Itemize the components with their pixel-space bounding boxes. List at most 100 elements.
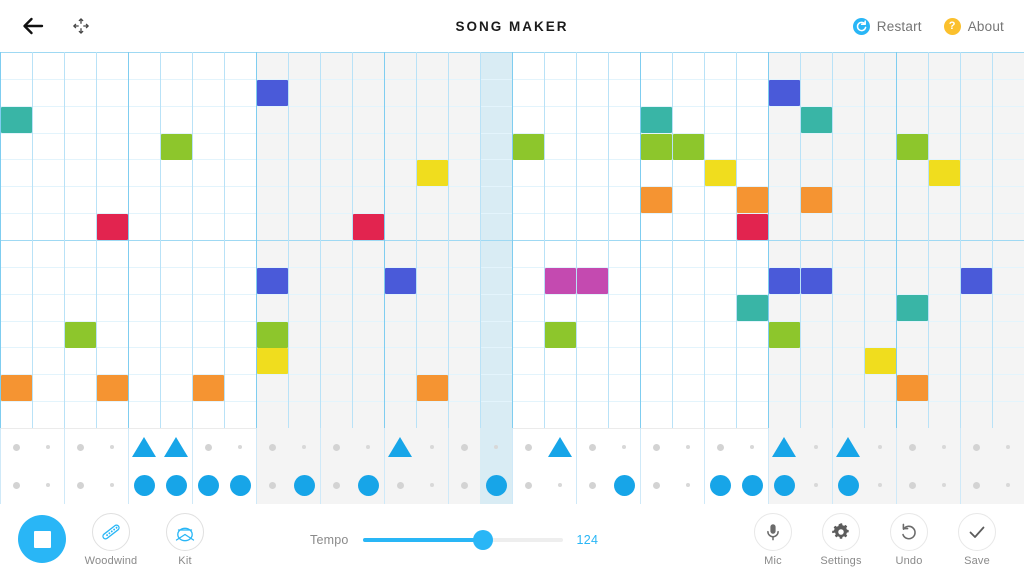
percussion-cell[interactable] <box>64 428 96 466</box>
percussion-cell[interactable] <box>640 466 672 504</box>
percussion-cell[interactable] <box>0 428 32 466</box>
melody-note[interactable] <box>417 375 448 401</box>
percussion-cell[interactable] <box>384 466 416 504</box>
percussion-cell[interactable] <box>896 466 928 504</box>
percussion-cell[interactable] <box>352 428 384 466</box>
back-button[interactable] <box>16 9 50 43</box>
melody-note[interactable] <box>577 268 608 294</box>
melody-note[interactable] <box>161 134 192 160</box>
percussion-cell[interactable] <box>736 428 768 466</box>
melody-note[interactable] <box>353 214 384 240</box>
percussion-cell[interactable] <box>864 466 896 504</box>
percussion-cell[interactable] <box>864 428 896 466</box>
percussion-cell[interactable] <box>224 428 256 466</box>
melody-note[interactable] <box>801 268 832 294</box>
melody-note[interactable] <box>705 160 736 186</box>
melody-note[interactable] <box>897 134 928 160</box>
percussion-cell[interactable] <box>736 466 768 504</box>
percussion-cell[interactable] <box>288 428 320 466</box>
melody-note[interactable] <box>1 107 32 133</box>
percussion-cell[interactable] <box>192 428 224 466</box>
tempo-thumb[interactable] <box>472 530 493 550</box>
melody-note[interactable] <box>865 348 896 374</box>
percussion-cell[interactable] <box>544 428 576 466</box>
percussion-cell[interactable] <box>704 428 736 466</box>
percussion-cell[interactable] <box>288 466 320 504</box>
percussion-cell[interactable] <box>640 428 672 466</box>
percussion-cell[interactable] <box>448 428 480 466</box>
percussion-cell[interactable] <box>576 466 608 504</box>
percussion-cell[interactable] <box>768 466 800 504</box>
undo-button[interactable]: Undo <box>884 513 934 567</box>
melody-note[interactable] <box>641 134 672 160</box>
percussion-cell[interactable] <box>512 428 544 466</box>
melody-note[interactable] <box>257 80 288 106</box>
percussion-cell[interactable] <box>512 466 544 504</box>
play-stop-button[interactable] <box>18 515 66 563</box>
percussion-cell[interactable] <box>608 466 640 504</box>
melody-note[interactable] <box>65 322 96 348</box>
melody-note[interactable] <box>385 268 416 294</box>
percussion-cell[interactable] <box>32 466 64 504</box>
percussion-cell[interactable] <box>64 466 96 504</box>
melody-note[interactable] <box>801 187 832 213</box>
melody-note[interactable] <box>1 375 32 401</box>
percussion-cell[interactable] <box>928 428 960 466</box>
percussion-cell[interactable] <box>96 428 128 466</box>
percussion-cell[interactable] <box>992 466 1024 504</box>
melody-note[interactable] <box>961 268 992 294</box>
melody-note[interactable] <box>97 375 128 401</box>
melody-note[interactable] <box>737 214 768 240</box>
percussion-cell[interactable] <box>224 466 256 504</box>
melody-note[interactable] <box>257 268 288 294</box>
melody-note[interactable] <box>737 187 768 213</box>
melody-note[interactable] <box>257 322 288 348</box>
percussion-cell[interactable] <box>96 466 128 504</box>
percussion-cell[interactable] <box>544 466 576 504</box>
percussion-cell[interactable] <box>960 428 992 466</box>
melody-note[interactable] <box>737 295 768 321</box>
about-button[interactable]: ? About <box>943 17 1004 35</box>
percussion-cell[interactable] <box>0 466 32 504</box>
percussion-cell[interactable] <box>256 428 288 466</box>
melody-note[interactable] <box>897 295 928 321</box>
percussion-cell[interactable] <box>320 428 352 466</box>
settings-button[interactable]: Settings <box>816 513 866 567</box>
fullscreen-move-button[interactable] <box>64 9 98 43</box>
tempo-slider[interactable] <box>362 530 563 550</box>
melody-note[interactable] <box>257 348 288 374</box>
percussion-cell[interactable] <box>704 466 736 504</box>
percussion-cell[interactable] <box>896 428 928 466</box>
percussion-cell[interactable] <box>672 466 704 504</box>
percussion-cell[interactable] <box>576 428 608 466</box>
percussion-cell[interactable] <box>128 466 160 504</box>
percussion-cell[interactable] <box>832 428 864 466</box>
melody-note[interactable] <box>769 268 800 294</box>
melody-note[interactable] <box>193 375 224 401</box>
percussion-cell[interactable] <box>608 428 640 466</box>
save-button[interactable]: Save <box>952 513 1002 567</box>
melody-note[interactable] <box>769 322 800 348</box>
melody-note[interactable] <box>97 214 128 240</box>
percussion-cell[interactable] <box>384 428 416 466</box>
percussion-cell[interactable] <box>480 428 512 466</box>
percussion-cell[interactable] <box>32 428 64 466</box>
melody-note[interactable] <box>673 134 704 160</box>
percussion-cell[interactable] <box>672 428 704 466</box>
percussion-cell[interactable] <box>800 466 832 504</box>
melody-note[interactable] <box>513 134 544 160</box>
sequencer-area[interactable] <box>0 52 1024 504</box>
percussion-cell[interactable] <box>832 466 864 504</box>
percussion-cell[interactable] <box>320 466 352 504</box>
percussion-cell[interactable] <box>960 466 992 504</box>
melody-note[interactable] <box>545 268 576 294</box>
melody-note[interactable] <box>801 107 832 133</box>
percussion-cell[interactable] <box>768 428 800 466</box>
melody-note[interactable] <box>929 160 960 186</box>
mic-button[interactable]: Mic <box>748 513 798 567</box>
percussion-cell[interactable] <box>192 466 224 504</box>
percussion-cell[interactable] <box>416 428 448 466</box>
melody-note[interactable] <box>769 80 800 106</box>
percussion-cell[interactable] <box>992 428 1024 466</box>
percussion-cell[interactable] <box>448 466 480 504</box>
